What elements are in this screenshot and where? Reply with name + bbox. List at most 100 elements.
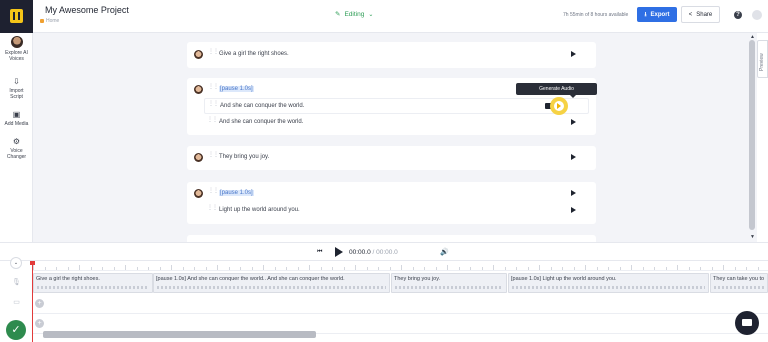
waveform (714, 286, 764, 289)
clip-label: [pause 1.0s] And she can conquer the wor… (156, 276, 345, 282)
sidebar-item-explore-voices[interactable]: Explore AI Voices (0, 36, 33, 62)
pencil-icon: ✎ (335, 11, 341, 18)
ruler-tick (366, 267, 368, 270)
share-button[interactable]: < Share (681, 6, 720, 23)
generate-audio-tooltip: Generate Audio (516, 83, 597, 98)
skip-back-icon[interactable]: ⏮ (317, 249, 322, 256)
ruler-tick (608, 267, 609, 270)
app-logo[interactable] (0, 0, 33, 33)
voice-avatar[interactable] (194, 153, 203, 162)
script-block[interactable]: ⋮⋮ They bring you joy. (187, 146, 596, 170)
project-title[interactable]: My Awesome Project (45, 5, 129, 15)
pause-tag[interactable]: [pause 1.0s] (219, 190, 254, 196)
help-icon[interactable]: ? (734, 11, 742, 19)
ruler-tick (320, 267, 322, 270)
script-block[interactable]: ⋮⋮ Give a girl the right shoes. (187, 42, 596, 68)
ruler-tick (297, 267, 299, 270)
scroll-down-icon[interactable]: ▼ (750, 234, 755, 240)
line-text[interactable]: And she can conquer the world. (219, 119, 303, 125)
media-icon: ▣ (12, 110, 21, 119)
export-button[interactable]: ⭳ Export (637, 7, 677, 22)
mode-dropdown[interactable]: ✎ Editing ⌄ (335, 10, 373, 18)
drag-handle-icon[interactable]: ⋮⋮ (208, 101, 219, 111)
drag-handle-icon[interactable]: ⋮⋮ (208, 188, 219, 198)
breadcrumb[interactable]: Home (40, 18, 59, 24)
ruler-tick (136, 267, 138, 270)
line-text[interactable]: Give a girl the right shoes. (219, 51, 289, 57)
script-line[interactable]: ⋮⋮ Light up the world around you. (187, 203, 596, 219)
scroll-up-icon[interactable]: ▲ (750, 34, 755, 40)
sidebar-item-import-script[interactable]: ⇩ Import Script (0, 77, 33, 100)
timeline-clip[interactable]: They bring you joy. (391, 273, 507, 293)
horizontal-scroll-thumb[interactable] (43, 331, 316, 338)
script-line[interactable]: ⋮⋮ And she can conquer the world. (187, 115, 596, 131)
clip-label: [pause 1.0s] Light up the world around y… (511, 276, 617, 282)
timeline-clip[interactable]: [pause 1.0s] And she can conquer the wor… (153, 273, 390, 293)
voice-avatar[interactable] (194, 50, 203, 59)
script-line[interactable]: ⋮⋮ Give a girl the right shoes. (187, 47, 596, 63)
play-icon[interactable] (571, 207, 576, 213)
user-avatar[interactable] (752, 10, 762, 20)
ruler-tick (458, 267, 460, 270)
collapse-icon[interactable]: ⌄ (10, 257, 22, 269)
ruler-tick (44, 267, 46, 270)
ruler-tick (596, 267, 598, 270)
sidebar-label: Add Media (4, 121, 29, 127)
timeline: ⌄ 🎙 ▭ ✓ Give a girl the right shoes. [pa… (0, 257, 768, 342)
breadcrumb-home[interactable]: Home (46, 18, 59, 24)
drag-handle-icon[interactable]: ⋮⋮ (208, 84, 219, 94)
timeline-clip[interactable]: They can take you to (710, 273, 768, 293)
ruler-tick (171, 265, 172, 270)
timeline-clip[interactable]: [pause 1.0s] Light up the world around y… (508, 273, 709, 293)
volume-icon[interactable]: 🔊 (440, 248, 449, 256)
vertical-scroll-thumb[interactable] (749, 40, 755, 230)
script-block[interactable]: ⋮⋮ [pause 1.0s] ⋮⋮ Light up the world ar… (187, 182, 596, 224)
voice-avatar[interactable] (194, 189, 203, 198)
line-text[interactable]: And she can conquer the world. (220, 103, 304, 109)
drag-handle-icon[interactable]: ⋮⋮ (207, 205, 218, 215)
ruler-tick (263, 265, 264, 270)
ruler-tick (182, 267, 184, 270)
playhead-handle[interactable] (30, 261, 35, 265)
play-icon[interactable] (335, 247, 343, 257)
ruler-tick (493, 265, 494, 270)
add-icon[interactable]: + (35, 319, 44, 328)
script-block[interactable] (187, 235, 596, 242)
home-icon (40, 18, 44, 23)
clip-label: They bring you joy. (394, 276, 441, 282)
total-time: 00:00.0 (376, 249, 398, 256)
generate-audio-play-icon[interactable] (557, 103, 561, 109)
ruler-tick (746, 267, 747, 270)
timeline-ruler[interactable] (33, 261, 768, 271)
checkmark-icon[interactable]: ✓ (6, 320, 26, 340)
play-icon[interactable] (571, 190, 576, 196)
ruler-tick (539, 265, 540, 270)
preview-label: Preview (759, 53, 765, 71)
sidebar-item-voice-changer[interactable]: ⚙ Voice Changer (0, 137, 33, 160)
play-icon[interactable] (571, 51, 576, 57)
play-icon[interactable] (571, 119, 576, 125)
microphone-icon[interactable]: 🎙 (12, 278, 21, 287)
drag-handle-icon[interactable]: ⋮⋮ (208, 152, 219, 162)
voice-avatar[interactable] (194, 85, 203, 94)
chat-icon[interactable] (735, 311, 759, 335)
waveform (157, 286, 386, 289)
ruler-tick (562, 267, 563, 270)
ruler-tick (435, 267, 437, 270)
ruler-tick (424, 267, 425, 270)
drag-handle-icon[interactable]: ⋮⋮ (207, 117, 218, 127)
timeline-clip[interactable]: Give a girl the right shoes. (33, 273, 153, 293)
play-icon[interactable] (571, 154, 576, 160)
line-text[interactable]: Light up the world around you. (219, 207, 300, 213)
script-line[interactable]: ⋮⋮ [pause 1.0s] (187, 186, 596, 202)
script-line-active[interactable]: ⋮⋮ And she can conquer the world. (204, 97, 589, 115)
pause-tag[interactable]: [pause 1.0s] (219, 86, 254, 92)
script-line[interactable]: ⋮⋮ They bring you joy. (187, 150, 596, 166)
video-icon[interactable]: ▭ (12, 298, 21, 307)
drag-handle-icon[interactable]: ⋮⋮ (208, 49, 219, 59)
preview-tab[interactable]: Preview (757, 40, 768, 78)
sidebar-item-add-media[interactable]: ▣ Add Media (0, 110, 33, 127)
add-icon[interactable]: + (35, 299, 44, 308)
ruler-tick (194, 267, 195, 270)
line-text[interactable]: They bring you joy. (219, 154, 269, 160)
